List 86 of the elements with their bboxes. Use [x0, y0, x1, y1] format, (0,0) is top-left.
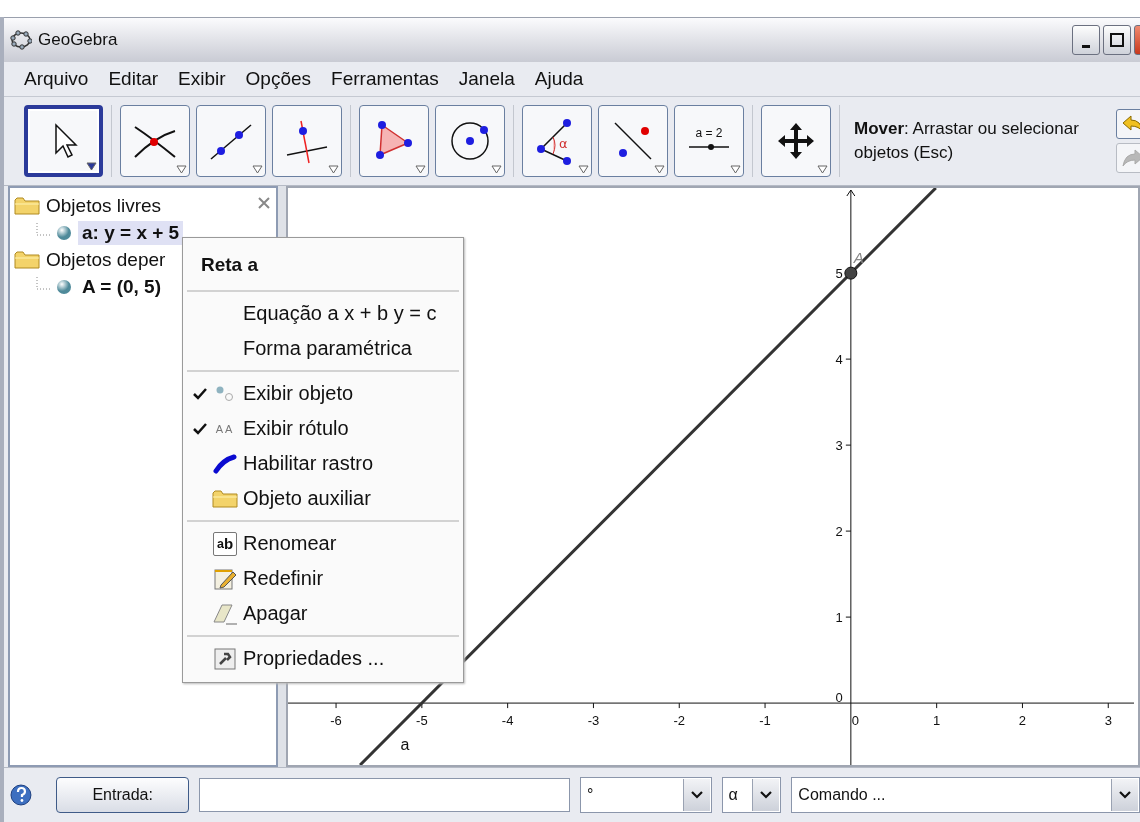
caret-icon [760, 791, 773, 799]
caret-icon [1119, 791, 1131, 799]
tick-label: 3 [1104, 713, 1112, 729]
tree-item[interactable]: a: y = x + 5 [78, 220, 184, 245]
dropdown-triangle-icon [817, 165, 828, 174]
menu-option[interactable]: AA Exibir rótulo [185, 411, 461, 446]
dropdown-triangle-icon [654, 165, 665, 174]
tool-button[interactable]: a = 2 [674, 105, 744, 177]
close-icon[interactable] [257, 196, 271, 210]
tick-label: -2 [673, 713, 686, 729]
maximize-button[interactable] [1103, 25, 1131, 55]
window-title: GeoGebra [38, 30, 119, 50]
help-icon[interactable] [10, 784, 32, 806]
menu-option[interactable]: Forma paramétrica [185, 331, 461, 366]
tick-label: 2 [1018, 713, 1027, 729]
menu-option[interactable]: Apagar [185, 596, 461, 631]
command-dropdown[interactable]: Comando ... [791, 777, 1140, 813]
menu-item[interactable]: Ferramentas [321, 68, 449, 90]
menu-item[interactable]: Editar [98, 68, 169, 90]
letters-glyph-icon: AA [215, 422, 235, 435]
point-marker [844, 266, 858, 280]
eraser-icon [212, 601, 238, 626]
tree-folder[interactable]: Objetos deper [46, 248, 166, 271]
menu-option[interactable]: Exibir objeto [185, 376, 461, 411]
tool-button[interactable] [761, 105, 831, 177]
dropdown-triangle-icon [86, 162, 97, 171]
tool-button[interactable] [196, 105, 266, 177]
tool-button[interactable] [359, 105, 429, 177]
tick-label: 5 [835, 266, 843, 282]
menu-option[interactable]: Objeto auxiliar [185, 481, 461, 516]
maximize-icon [1110, 33, 1124, 47]
menu-item[interactable]: Janela [448, 68, 525, 90]
minimize-button[interactable] [1072, 25, 1100, 55]
folder-icon [14, 249, 40, 270]
tick-label: 1 [835, 610, 843, 626]
line-label: a [400, 736, 410, 754]
tick-label: 1 [933, 713, 941, 729]
tick-label: -5 [416, 713, 428, 729]
menu-option[interactable]: Redefinir [185, 561, 461, 596]
menu-option[interactable]: Equação a x + b y = c [185, 296, 461, 331]
tick-label: 3 [835, 438, 843, 454]
tick-label: -6 [330, 713, 342, 729]
menu-item[interactable]: Arquivo [14, 68, 99, 90]
dropdown-triangle-icon [176, 165, 187, 174]
tool-button[interactable]: α [522, 105, 592, 177]
input-button[interactable]: Entrada: [55, 777, 190, 813]
tick-label: -3 [587, 713, 600, 729]
notepad-pencil-icon [213, 566, 237, 591]
greek-letter-dropdown[interactable]: α [721, 777, 782, 813]
minimize-icon [1082, 44, 1090, 48]
tool-button[interactable] [24, 105, 103, 177]
undo-button[interactable] [1116, 109, 1140, 139]
tick-label: 4 [835, 352, 843, 368]
sphere-icon [56, 278, 72, 295]
menu-item[interactable]: Ajuda [524, 68, 594, 90]
menu-option[interactable]: Propriedades ... [185, 641, 461, 676]
dropdown-triangle-icon [328, 165, 339, 174]
tick-label: 0 [851, 713, 860, 729]
dropdown-triangle-icon [730, 165, 741, 174]
tree-item[interactable]: A = (0, 5) [78, 274, 165, 299]
tick-label: 2 [835, 524, 843, 540]
degree-dropdown[interactable]: ° [580, 777, 712, 813]
tree-folder[interactable]: Objetos livres [46, 194, 162, 217]
tick-label: 0 [835, 690, 843, 706]
input-field[interactable] [199, 778, 571, 812]
tool-button[interactable] [120, 105, 190, 177]
menu-option[interactable]: Habilitar rastro [185, 446, 461, 481]
menu-item[interactable]: Opções [235, 68, 322, 90]
two-dots-icon [214, 384, 236, 403]
app-logo-icon [10, 30, 32, 50]
folder-icon [212, 488, 238, 509]
tick-label: -1 [759, 713, 771, 729]
tick-label: -4 [501, 713, 514, 729]
dropdown-triangle-icon [491, 165, 502, 174]
caret-icon [690, 791, 703, 799]
menu-title: Reta a [200, 253, 260, 277]
tool-help-text: Mover: Arrastar ou selecionar objetos (Esc) [854, 118, 1080, 164]
dropdown-triangle-icon [578, 165, 589, 174]
dropdown-triangle-icon [415, 165, 426, 174]
menu-item[interactable]: Exibir [168, 68, 236, 90]
dropdown-triangle-icon [252, 165, 263, 174]
wrench-icon [214, 647, 236, 670]
tool-button[interactable] [435, 105, 505, 177]
folder-icon [14, 195, 40, 216]
point-label: A [853, 249, 864, 267]
sphere-icon [56, 224, 72, 241]
